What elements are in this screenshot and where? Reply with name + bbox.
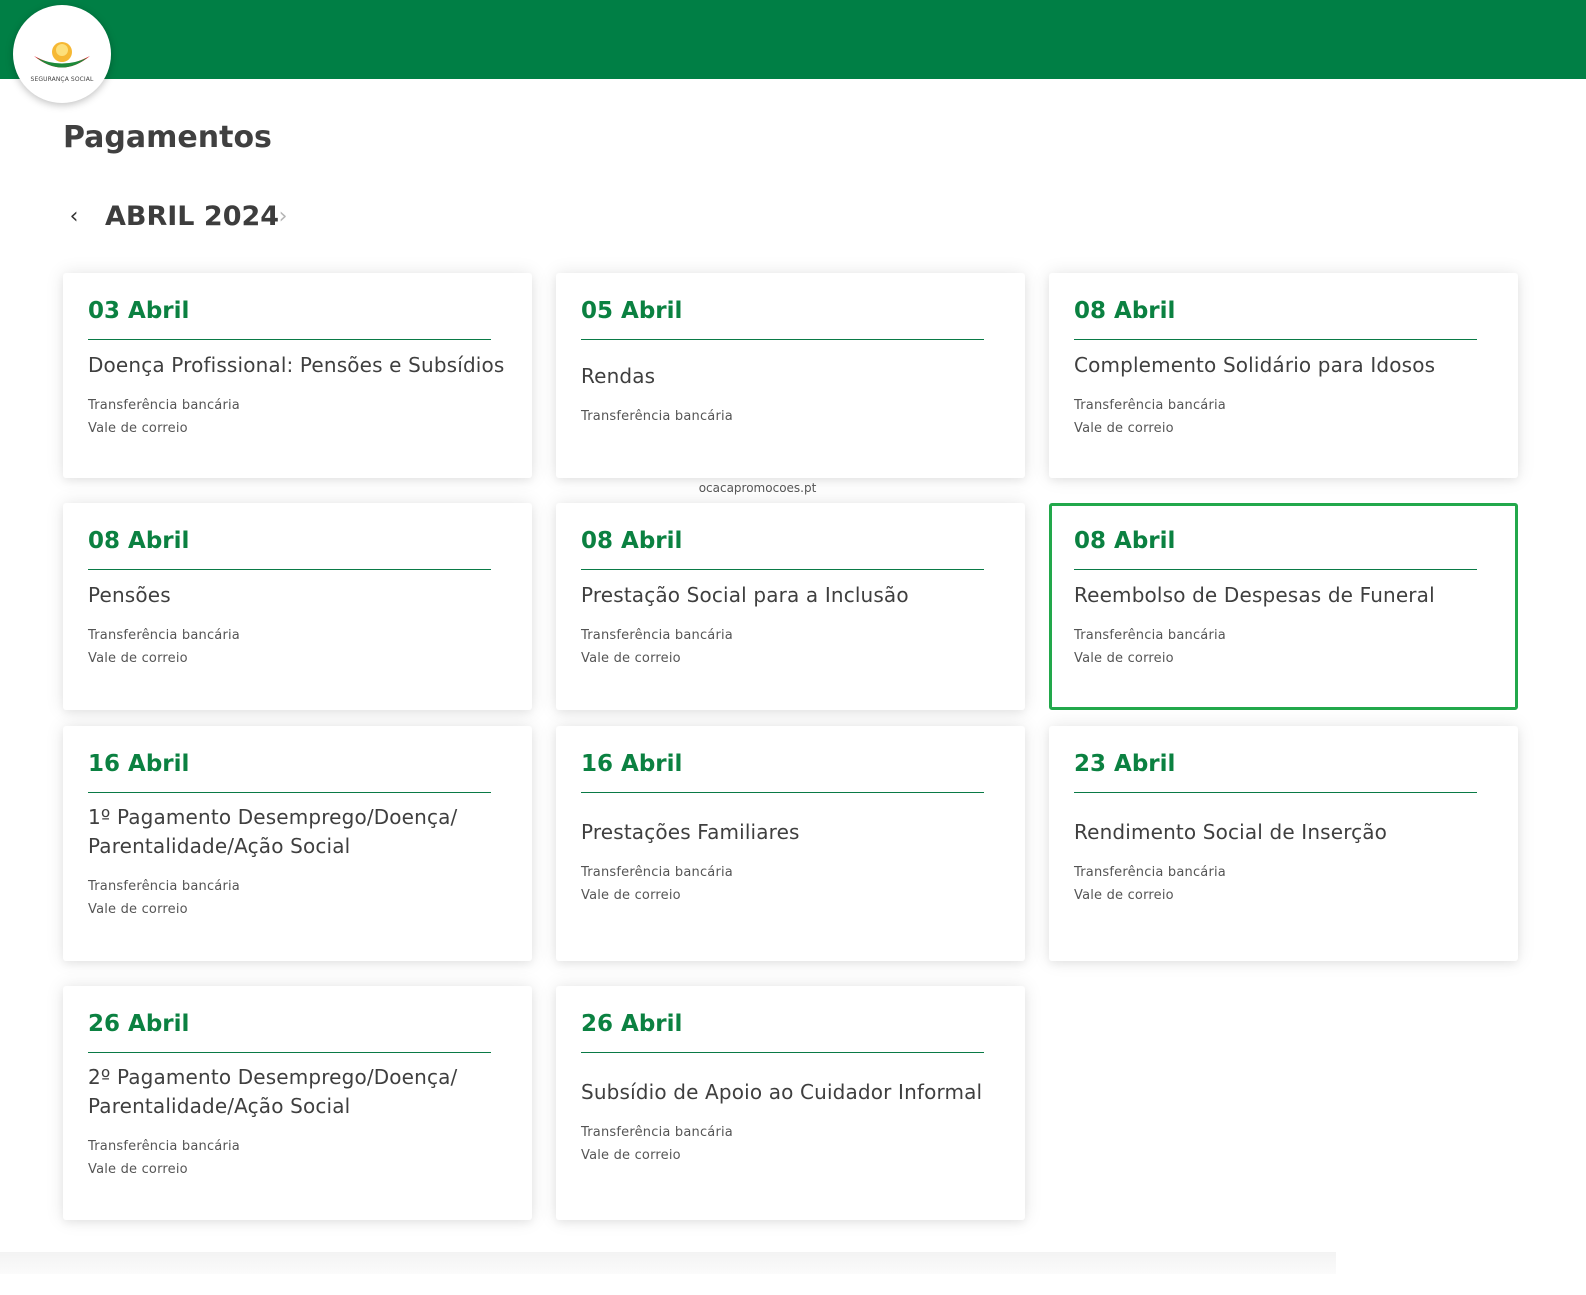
card-body: Prestação Social para a Inclusão Transfer…	[581, 570, 1000, 680]
payment-card[interactable]: 16 Abril Prestações Familiares Transferênc…	[556, 726, 1025, 961]
payment-date: 23 Abril	[1074, 751, 1176, 777]
payment-card[interactable]: 23 Abril Rendimento Social de Inserção Tra…	[1049, 726, 1518, 961]
payment-card[interactable]: 08 Abril Pensões Transferência bancária Val…	[63, 503, 532, 710]
payment-title: Complemento Solidário para Idosos	[1074, 352, 1436, 377]
payment-title: Rendimento Social de Inserção	[1074, 819, 1388, 844]
month-label: ABRIL 2024	[105, 201, 280, 232]
payment-method: Transferência bancária	[1074, 397, 1226, 413]
payment-title: 2º Pagamento Desemprego/Doença/ Parental…	[88, 1065, 458, 1118]
payment-card[interactable]: 08 Abril Complemento Solidário para Idoso…	[1049, 273, 1518, 478]
payment-date: 26 Abril	[88, 1011, 190, 1037]
payment-card[interactable]: 08 Abril Prestação Social para a Inclusão…	[556, 503, 1025, 710]
payment-title: Pensões	[88, 582, 171, 607]
card-body: Rendimento Social de Inserção Transferênc…	[1074, 793, 1493, 931]
payment-title: Subsídio de Apoio ao Cuidador Informal	[581, 1079, 983, 1104]
watermark: ocacapromocoes.pt	[698, 481, 817, 495]
payment-title: 1º Pagamento Desemprego/Doença/ Parental…	[88, 805, 458, 858]
card-body: Complemento Solidário para Idosos Transfe…	[1074, 340, 1493, 450]
payment-methods: Transferência bancária Vale de correio	[88, 875, 507, 921]
payment-title: Reembolso de Despesas de Funeral	[1074, 582, 1435, 607]
bottom-shade	[0, 1252, 1336, 1274]
payment-method: Vale de correio	[1074, 650, 1174, 666]
payment-card[interactable]: 26 Abril 2º Pagamento Desemprego/Doença/ …	[63, 986, 532, 1220]
payment-card[interactable]: 03 Abril Doença Profissional: Pensões e S…	[63, 273, 532, 478]
payment-methods: Transferência bancária Vale de correio	[581, 624, 1000, 670]
payment-method: Transferência bancária	[1074, 864, 1226, 880]
payment-date: 08 Abril	[581, 528, 683, 554]
card-body: Doença Profissional: Pensões e Subsídios…	[88, 340, 507, 450]
payment-date: 08 Abril	[1074, 298, 1176, 324]
payment-method: Transferência bancária	[581, 1124, 733, 1140]
payment-date: 26 Abril	[581, 1011, 683, 1037]
payment-methods: Transferência bancária Vale de correio	[88, 624, 507, 670]
payment-method: Vale de correio	[88, 1162, 188, 1177]
logo-sun-icon	[34, 42, 90, 68]
payment-date: 08 Abril	[88, 528, 190, 554]
payment-title: Rendas	[581, 364, 656, 388]
payment-date: 16 Abril	[581, 751, 683, 777]
payment-method: Transferência bancária	[581, 409, 733, 424]
page-title: Pagamentos	[63, 120, 272, 155]
payment-title: Prestação Social para a Inclusão	[581, 582, 909, 607]
chevron-left-icon[interactable]: ‹	[63, 206, 85, 228]
card-body: Rendas Transferência bancária	[581, 340, 1000, 450]
payment-method: Transferência bancária	[88, 1139, 240, 1154]
payment-method: Vale de correio	[88, 902, 188, 917]
payment-method: Transferência bancária	[1074, 627, 1226, 643]
card-body: Prestações Familiares Transferência bancá…	[581, 793, 1000, 931]
payment-methods: Transferência bancária	[581, 405, 1000, 428]
payment-method: Vale de correio	[581, 1147, 681, 1163]
payment-method: Transferência bancária	[581, 864, 733, 880]
payment-date: 16 Abril	[88, 751, 190, 777]
payment-methods: Transferência bancária Vale de correio	[88, 394, 507, 440]
card-body: 2º Pagamento Desemprego/Doença/ Parental…	[88, 1053, 507, 1191]
payment-title: Prestações Familiares	[581, 819, 800, 844]
top-header-bar	[0, 0, 1586, 79]
payment-method: Vale de correio	[581, 650, 681, 666]
payment-method: Transferência bancária	[88, 879, 240, 894]
payment-date: 03 Abril	[88, 298, 190, 324]
card-body: Reembolso de Despesas de Funeral Transfer…	[1074, 570, 1493, 680]
payment-method: Transferência bancária	[581, 627, 733, 643]
payment-card[interactable]: 08 Abril Reembolso de Despesas de Funeral…	[1049, 503, 1518, 710]
payment-method: Vale de correio	[581, 887, 681, 903]
seguranca-social-logo[interactable]: SEGURANÇA SOCIAL	[13, 5, 111, 103]
payment-methods: Transferência bancária Vale de correio	[581, 861, 1000, 907]
payment-methods: Transferência bancária Vale de correio	[1074, 394, 1493, 440]
payment-date: 05 Abril	[581, 298, 683, 324]
card-body: Subsídio de Apoio ao Cuidador Informal Tr…	[581, 1053, 1000, 1191]
card-body: Pensões Transferência bancária Vale de cor…	[88, 570, 507, 680]
payment-methods: Transferência bancária Vale de correio	[1074, 624, 1493, 670]
payment-methods: Transferência bancária Vale de correio	[88, 1135, 507, 1181]
payment-method: Vale de correio	[88, 420, 188, 436]
chevron-right-icon[interactable]: ›	[272, 206, 294, 228]
payment-method: Vale de correio	[1074, 420, 1174, 436]
payment-method: Transferência bancária	[88, 627, 240, 643]
payment-card[interactable]: 26 Abril Subsídio de Apoio ao Cuidador In…	[556, 986, 1025, 1220]
card-body: 1º Pagamento Desemprego/Doença/ Parental…	[88, 793, 507, 931]
payment-method: Vale de correio	[1074, 887, 1174, 903]
payment-card[interactable]: 16 Abril 1º Pagamento Desemprego/Doença/ …	[63, 726, 532, 961]
payment-method: Vale de correio	[88, 650, 188, 666]
payment-method: Transferência bancária	[88, 397, 240, 413]
payment-title: Doença Profissional: Pensões e Subsídios	[88, 352, 505, 377]
payment-card[interactable]: 05 Abril Rendas Transferência bancária	[556, 273, 1025, 478]
payment-methods: Transferência bancária Vale de correio	[1074, 861, 1493, 907]
payment-methods: Transferência bancária Vale de correio	[581, 1121, 1000, 1167]
logo-text: SEGURANÇA SOCIAL	[30, 76, 94, 83]
payment-date: 08 Abril	[1074, 528, 1176, 554]
